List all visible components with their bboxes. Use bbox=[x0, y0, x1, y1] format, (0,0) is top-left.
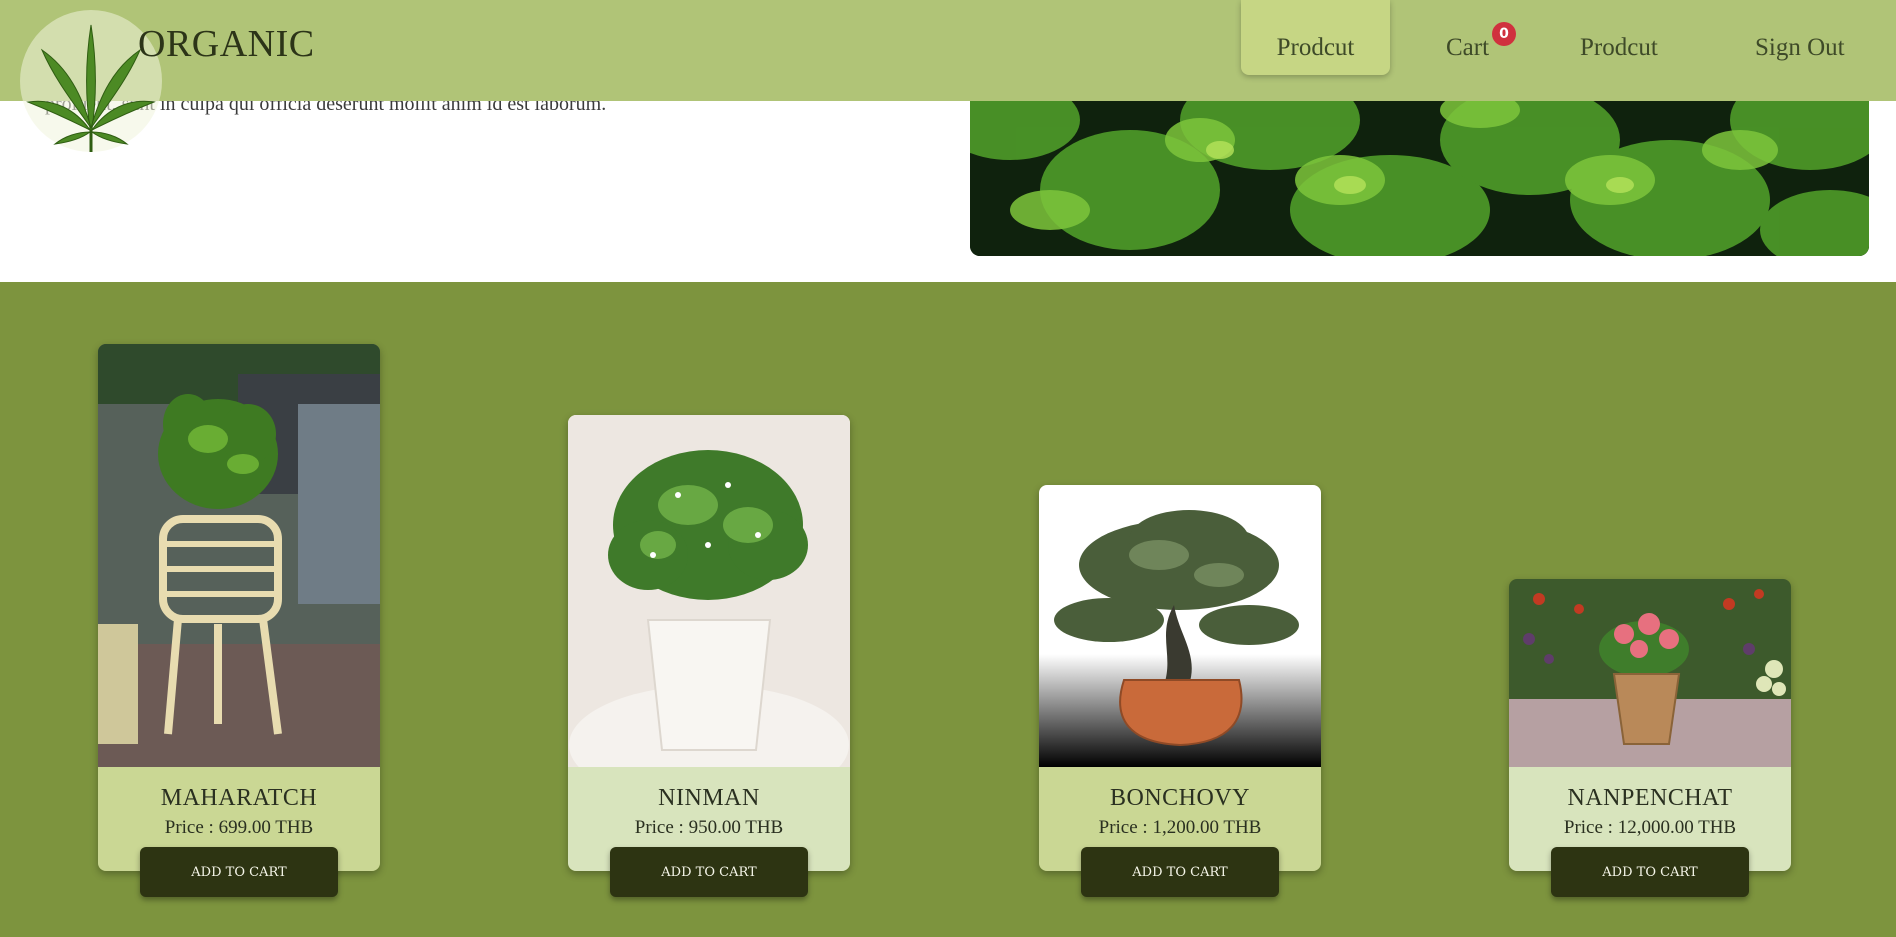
product-card: NINMAN Price : 950.00 THB ADD TO CART bbox=[568, 415, 850, 897]
product-info: NINMAN Price : 950.00 THB ADD TO CART bbox=[568, 767, 850, 897]
add-to-cart-button[interactable]: ADD TO CART bbox=[610, 847, 808, 897]
hero-image bbox=[970, 80, 1869, 256]
nav-item-product-2[interactable]: Prodcut bbox=[1580, 0, 1658, 75]
product-info: BONCHOVY Price : 1,200.00 THB ADD TO CAR… bbox=[1039, 767, 1321, 897]
product-image[interactable] bbox=[98, 344, 380, 767]
product-name: NANPENCHAT bbox=[1567, 785, 1733, 811]
product-info: MAHARATCH Price : 699.00 THB ADD TO CART bbox=[98, 767, 380, 897]
add-to-cart-button[interactable]: ADD TO CART bbox=[1551, 847, 1749, 897]
product-name: MAHARATCH bbox=[160, 785, 318, 811]
product-price: Price : 950.00 THB bbox=[634, 817, 784, 838]
product-image[interactable] bbox=[1509, 579, 1791, 767]
add-to-cart-button[interactable]: ADD TO CART bbox=[1081, 847, 1279, 897]
nav-item-sign-out[interactable]: Sign Out bbox=[1755, 0, 1845, 75]
product-card: BONCHOVY Price : 1,200.00 THB ADD TO CAR… bbox=[1039, 485, 1321, 897]
add-to-cart-button[interactable]: ADD TO CART bbox=[140, 847, 338, 897]
nav-item-product[interactable]: Prodcut bbox=[1241, 0, 1390, 75]
product-card: MAHARATCH Price : 699.00 THB ADD TO CART bbox=[98, 344, 380, 897]
product-card: NANPENCHAT Price : 12,000.00 THB ADD TO … bbox=[1509, 579, 1791, 897]
nav-item-cart[interactable]: Cart bbox=[1446, 0, 1489, 75]
product-name: NINMAN bbox=[658, 785, 760, 811]
product-price: Price : 699.00 THB bbox=[164, 817, 314, 838]
product-price: Price : 1,200.00 THB bbox=[1098, 817, 1262, 838]
product-info: NANPENCHAT Price : 12,000.00 THB ADD TO … bbox=[1509, 767, 1791, 897]
product-price: Price : 12,000.00 THB bbox=[1563, 817, 1737, 838]
brand-name[interactable]: ORGANIC bbox=[138, 22, 315, 66]
cart-count-badge: 0 bbox=[1492, 22, 1516, 46]
products-section: MAHARATCH Price : 699.00 THB ADD TO CART… bbox=[0, 282, 1896, 937]
product-image[interactable] bbox=[568, 415, 850, 767]
product-name: BONCHOVY bbox=[1109, 785, 1250, 811]
product-image[interactable] bbox=[1039, 485, 1321, 767]
